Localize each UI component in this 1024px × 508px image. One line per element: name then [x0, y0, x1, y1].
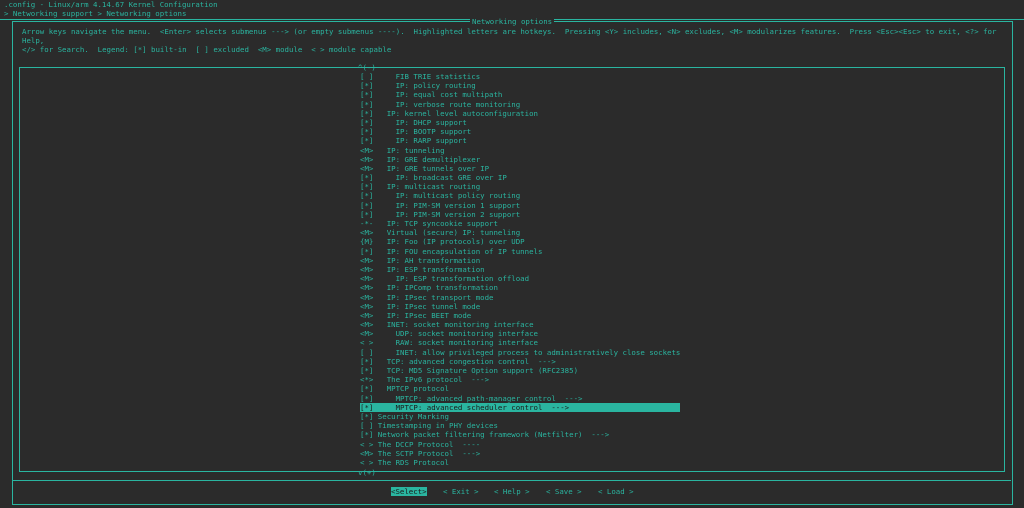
menu-item[interactable]: < > RAW: socket monitoring interface — [360, 338, 680, 347]
menu-item[interactable]: [*] Network packet filtering framework (… — [360, 430, 680, 439]
menu-item[interactable]: <M> IP: IPsec transport mode — [360, 293, 680, 302]
menu-item[interactable]: {M} IP: Foo (IP protocols) over UDP — [360, 237, 680, 246]
menu-item[interactable]: [ ] Timestamping in PHY devices — [360, 421, 680, 430]
menu-item[interactable]: <M> IP: tunneling — [360, 146, 680, 155]
menu-item[interactable]: [*] TCP: MD5 Signature Option support (R… — [360, 366, 680, 375]
scroll-down-indicator[interactable]: v(+) — [358, 468, 376, 477]
menu-item[interactable]: <*> The IPv6 protocol ---> — [360, 375, 680, 384]
menu-item[interactable]: <M> INET: socket monitoring interface — [360, 320, 680, 329]
menu-item[interactable]: [*] IP: kernel level autoconfiguration — [360, 109, 680, 118]
menu-item[interactable]: <M> IP: ESP transformation offload — [360, 274, 680, 283]
menu-item[interactable]: [*] TCP: advanced congestion control ---… — [360, 357, 680, 366]
menu-item[interactable]: <M> IP: AH transformation — [360, 256, 680, 265]
menu-item[interactable]: [*] Security Marking — [360, 412, 680, 421]
scroll-up-indicator[interactable]: ^(-) — [358, 63, 376, 72]
window-title: .config - Linux/arm 4.14.67 Kernel Confi… — [4, 0, 218, 9]
button-divider — [12, 480, 1011, 481]
menu-item[interactable]: <M> Virtual (secure) IP: tunneling — [360, 228, 680, 237]
menu-item[interactable]: <M> IP: IPsec tunnel mode — [360, 302, 680, 311]
select-button[interactable]: <Select> — [391, 487, 427, 497]
menu-item[interactable]: [*] MPTCP protocol — [360, 384, 680, 393]
menu-item[interactable]: [ ] FIB TRIE statistics — [360, 72, 680, 81]
menu-item[interactable]: -*- IP: TCP syncookie support — [360, 219, 680, 228]
exit-button[interactable]: < Exit > — [443, 487, 479, 496]
menu-item[interactable]: [*] IP: PIM-SM version 2 support — [360, 210, 680, 219]
menu-item[interactable]: <M> IP: IPComp transformation — [360, 283, 680, 292]
menu-item[interactable]: < > The DCCP Protocol ---- — [360, 440, 680, 449]
menu-item[interactable]: [ ] INET: allow privileged process to ad… — [360, 348, 680, 357]
menu-item[interactable]: [*] IP: multicast policy routing — [360, 191, 680, 200]
help-text: Arrow keys navigate the menu. <Enter> se… — [22, 27, 997, 55]
menu-item[interactable]: < > The RDS Protocol — [360, 458, 680, 467]
load-button[interactable]: < Load > — [598, 487, 634, 496]
menu-item[interactable]: [*] IP: broadcast GRE over IP — [360, 173, 680, 182]
menu-item[interactable]: <M> UDP: socket monitoring interface — [360, 329, 680, 338]
menu-item[interactable]: [*] IP: multicast routing — [360, 182, 680, 191]
menu-item[interactable]: [*] IP: policy routing — [360, 81, 680, 90]
menu-item[interactable]: [*] IP: RARP support — [360, 136, 680, 145]
menu-item[interactable]: <M> IP: GRE demultiplexer — [360, 155, 680, 164]
menu-item[interactable]: [*] IP: FOU encapsulation of IP tunnels — [360, 247, 680, 256]
menu-list: [ ] FIB TRIE statistics [*] IP: policy ro… — [360, 72, 681, 467]
menu-item[interactable]: [*] IP: DHCP support — [360, 118, 680, 127]
menu-item[interactable]: <M> IP: GRE tunnels over IP — [360, 164, 680, 173]
menu-item[interactable]: [*] IP: BOOTP support — [360, 127, 680, 136]
help-button[interactable]: < Help > — [494, 487, 530, 496]
menu-item[interactable]: [*] IP: equal cost multipath — [360, 90, 680, 99]
menu-item[interactable]: [*] MPTCP: advanced path-manager control… — [360, 394, 680, 403]
dialog-title: Networking options — [470, 17, 555, 27]
breadcrumb: > Networking support > Networking option… — [4, 9, 187, 18]
menu-item[interactable]: <M> IP: IPsec BEET mode — [360, 311, 680, 320]
menu-item[interactable]: <M> The SCTP Protocol ---> — [360, 449, 680, 458]
menu-item[interactable]: [*] IP: PIM-SM version 1 support — [360, 201, 680, 210]
menu-item[interactable]: <M> IP: ESP transformation — [360, 265, 680, 274]
menu-item[interactable]: [*] IP: verbose route monitoring — [360, 100, 680, 109]
menu-item[interactable]: [*] MPTCP: advanced scheduler control --… — [360, 402, 681, 412]
save-button[interactable]: < Save > — [546, 487, 582, 496]
